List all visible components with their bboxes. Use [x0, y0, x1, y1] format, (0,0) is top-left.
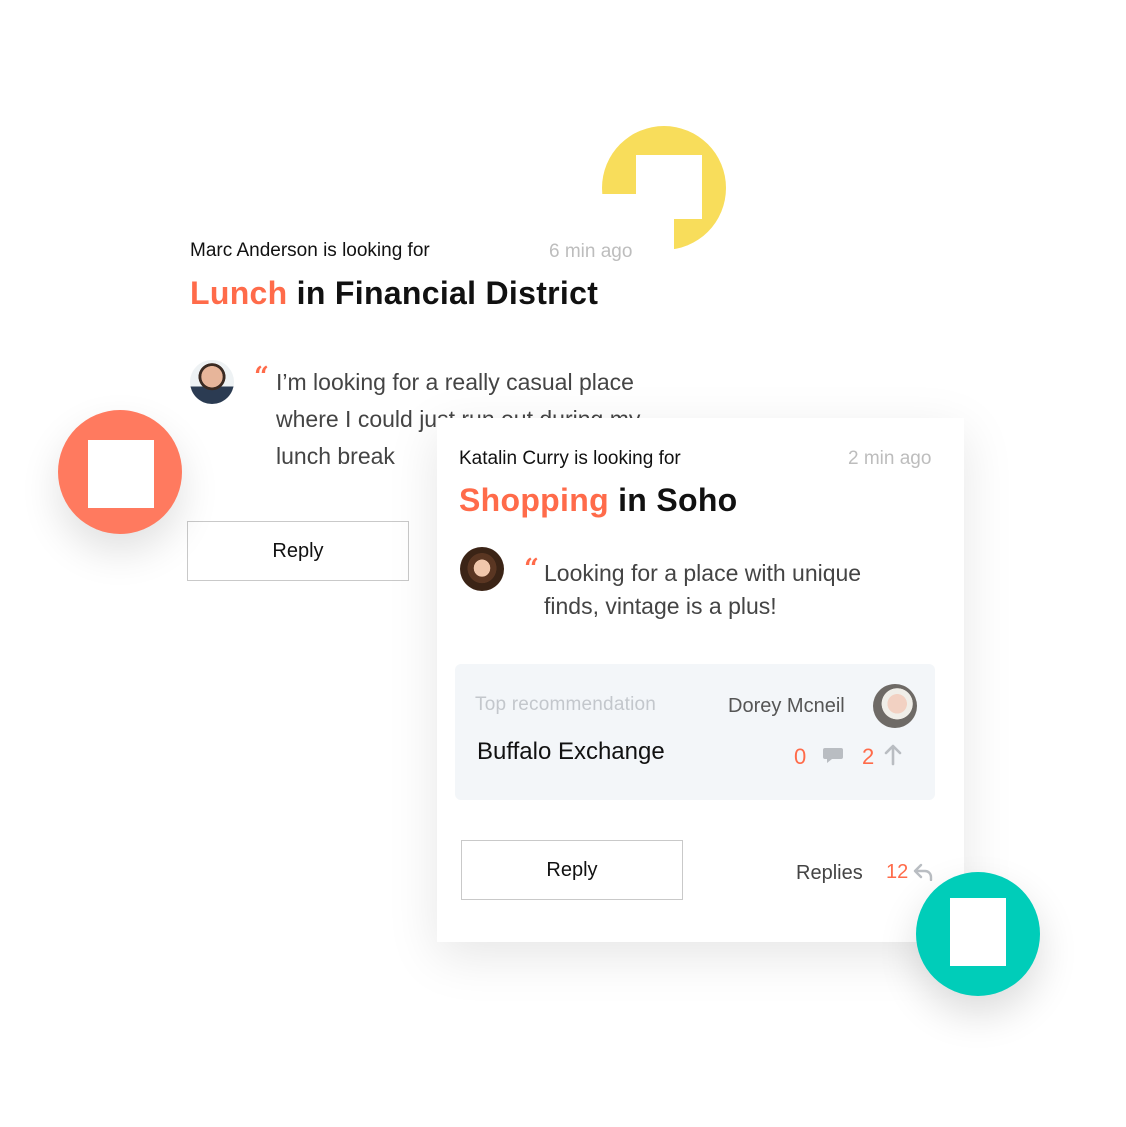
replies-label[interactable]: Replies — [796, 862, 863, 885]
card1-timestamp: 6 min ago — [549, 241, 633, 262]
upvote-count: 2 — [862, 744, 875, 769]
arrow-up-icon[interactable] — [884, 744, 902, 766]
coral-decoration-square — [88, 440, 154, 508]
card1-avatar — [190, 360, 234, 404]
card2-avatar — [460, 547, 504, 591]
card1-title: Lunch in Financial District — [190, 275, 598, 312]
request-card: Katalin Curry is looking for 2 min ago S… — [437, 418, 964, 942]
card1-reply-button[interactable]: Reply — [187, 521, 409, 581]
quote-icon: “ — [524, 554, 539, 584]
recommendation-user[interactable]: Dorey Mcneil — [728, 695, 845, 718]
card1-title-category: Lunch — [190, 275, 288, 311]
recommendation-label: Top recommendation — [475, 694, 657, 715]
card1-user-line: Marc Anderson is looking for — [190, 240, 430, 261]
comment-count: 0 — [794, 744, 807, 769]
card2-user-line: Katalin Curry is looking for — [459, 448, 681, 469]
recommendation-avatar[interactable] — [873, 684, 917, 728]
quote-icon: “ — [254, 362, 269, 392]
card1-title-location: in Financial District — [287, 275, 599, 311]
comment-icon[interactable] — [823, 746, 845, 766]
replies-count[interactable]: 12 — [886, 861, 908, 884]
card2-reply-button[interactable]: Reply — [461, 840, 683, 900]
card2-timestamp: 2 min ago — [848, 448, 932, 469]
recommendation-box[interactable]: Top recommendation Buffalo Exchange Dore… — [455, 664, 935, 800]
card2-title: Shopping in Soho — [459, 482, 738, 519]
card2-title-category: Shopping — [459, 482, 609, 518]
reply-arrow-icon[interactable] — [913, 863, 933, 881]
card2-title-location: in Soho — [608, 482, 738, 518]
teal-decoration-square — [950, 898, 1006, 966]
card2-quote: Looking for a place with unique finds, v… — [544, 560, 862, 619]
recommendation-name[interactable]: Buffalo Exchange — [477, 738, 665, 766]
